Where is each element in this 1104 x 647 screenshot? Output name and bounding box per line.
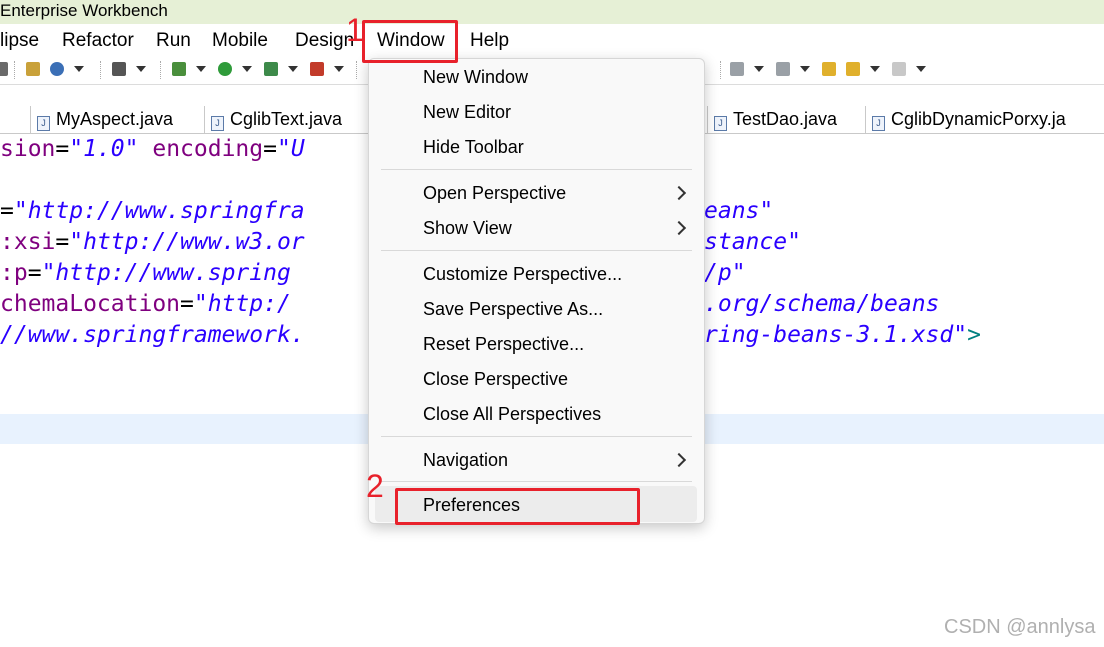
debug-icon[interactable]: [172, 62, 186, 76]
menu-eclipse[interactable]: lipse: [0, 28, 39, 54]
menu-item-new-editor[interactable]: New Editor: [423, 97, 511, 127]
code-line-tail: .org/schema/beans: [704, 291, 940, 317]
tab-label: CglibDynamicPorxy.ja: [891, 109, 1066, 129]
menu-mobile[interactable]: Mobile: [212, 28, 268, 54]
step-number-2: 2: [366, 468, 384, 504]
chevron-down-icon[interactable]: [136, 66, 146, 72]
window-menu-dropdown: New Window New Editor Hide Toolbar Open …: [368, 58, 705, 524]
menu-separator: [381, 481, 692, 482]
code-line: sion="1.0" encoding="U: [0, 136, 305, 162]
chevron-down-icon[interactable]: [242, 66, 252, 72]
tab-cglibtext[interactable]: J CglibText.java: [204, 106, 365, 133]
toolbar-separator: [100, 61, 102, 79]
tab-testdao[interactable]: J TestDao.java: [707, 106, 858, 133]
menu-item-show-view[interactable]: Show View: [423, 213, 512, 243]
chevron-down-icon[interactable]: [870, 66, 880, 72]
tab-partial[interactable]: [0, 106, 28, 133]
menu-item-open-perspective[interactable]: Open Perspective: [423, 178, 566, 208]
previous-annotation-icon[interactable]: [776, 62, 790, 76]
external-tools-icon[interactable]: [310, 62, 324, 76]
code-line-tail: eans": [704, 198, 774, 224]
tab-label: MyAspect.java: [56, 109, 174, 129]
menu-refactor[interactable]: Refactor: [62, 28, 134, 54]
java-file-icon: J: [37, 116, 50, 131]
screenshot-root: Enterprise Workbench lipse Refactor Run …: [0, 0, 1104, 647]
toolbar-separator: [14, 61, 16, 79]
code-line: chemaLocation="http:/: [0, 291, 291, 317]
new-server-icon[interactable]: [26, 62, 40, 76]
code-line-tail: stance": [704, 229, 801, 255]
menu-separator: [381, 436, 692, 437]
window-title: Enterprise Workbench: [0, 1, 168, 20]
menu-separator: [381, 250, 692, 251]
code-line: :p="http://www.spring: [0, 260, 291, 286]
tab-label: TestDao.java: [733, 109, 838, 129]
toolbar-separator: [356, 61, 358, 79]
java-file-icon: J: [872, 116, 885, 131]
back-arrow-icon[interactable]: [846, 62, 860, 76]
globe-icon[interactable]: [50, 62, 64, 76]
menu-separator: [381, 169, 692, 170]
highlight-box-preferences: [395, 488, 640, 525]
watermark: CSDN @annlysa: [944, 616, 1096, 638]
menu-item-new-window[interactable]: New Window: [423, 62, 528, 92]
menu-item-save-perspective-as[interactable]: Save Perspective As...: [423, 294, 603, 324]
tab-myaspect[interactable]: J MyAspect.java: [30, 106, 203, 133]
menu-item-customize-perspective[interactable]: Customize Perspective...: [423, 259, 622, 289]
forward-arrow-icon[interactable]: [892, 62, 906, 76]
run-configuration-icon[interactable]: [264, 62, 278, 76]
toolbar-partial-icon[interactable]: [0, 62, 8, 76]
chevron-down-icon[interactable]: [74, 66, 84, 72]
run-icon[interactable]: [218, 62, 232, 76]
title-bar: Enterprise Workbench: [0, 0, 1104, 24]
chevron-right-icon: [671, 220, 687, 236]
menu-item-close-perspective[interactable]: Close Perspective: [423, 364, 568, 394]
menu-help[interactable]: Help: [470, 28, 509, 54]
menu-bar: lipse Refactor Run Mobile Design Window …: [0, 24, 1104, 56]
camera-icon[interactable]: [112, 62, 126, 76]
chevron-down-icon[interactable]: [800, 66, 810, 72]
tab-label: CglibText.java: [230, 109, 343, 129]
chevron-right-icon: [671, 452, 687, 468]
toolbar-separator: [720, 61, 722, 79]
menu-item-close-all-perspectives[interactable]: Close All Perspectives: [423, 399, 601, 429]
chevron-down-icon[interactable]: [334, 66, 344, 72]
code-line-tail: ring-beans-3.1.xsd">: [704, 322, 981, 348]
code-line: //www.springframework.: [0, 322, 305, 348]
menu-run[interactable]: Run: [156, 28, 191, 54]
chevron-down-icon[interactable]: [288, 66, 298, 72]
menu-item-navigation[interactable]: Navigation: [423, 445, 508, 475]
code-line: :xsi="http://www.w3.or: [0, 229, 305, 255]
chevron-down-icon[interactable]: [916, 66, 926, 72]
tab-cglibdynamicporxy[interactable]: J CglibDynamicPorxy.ja: [865, 106, 1104, 133]
next-annotation-icon[interactable]: [730, 62, 744, 76]
java-file-icon: J: [714, 116, 727, 131]
menu-item-reset-perspective[interactable]: Reset Perspective...: [423, 329, 584, 359]
code-line: ="http://www.springfra: [0, 198, 305, 224]
menu-item-hide-toolbar[interactable]: Hide Toolbar: [423, 132, 524, 162]
last-edit-location-icon[interactable]: [822, 62, 836, 76]
chevron-right-icon: [671, 185, 687, 201]
highlight-box-window-menu: [362, 20, 458, 63]
toolbar-separator: [160, 61, 162, 79]
java-file-icon: J: [211, 116, 224, 131]
chevron-down-icon[interactable]: [196, 66, 206, 72]
chevron-down-icon[interactable]: [754, 66, 764, 72]
code-line-tail: /p": [704, 260, 746, 286]
